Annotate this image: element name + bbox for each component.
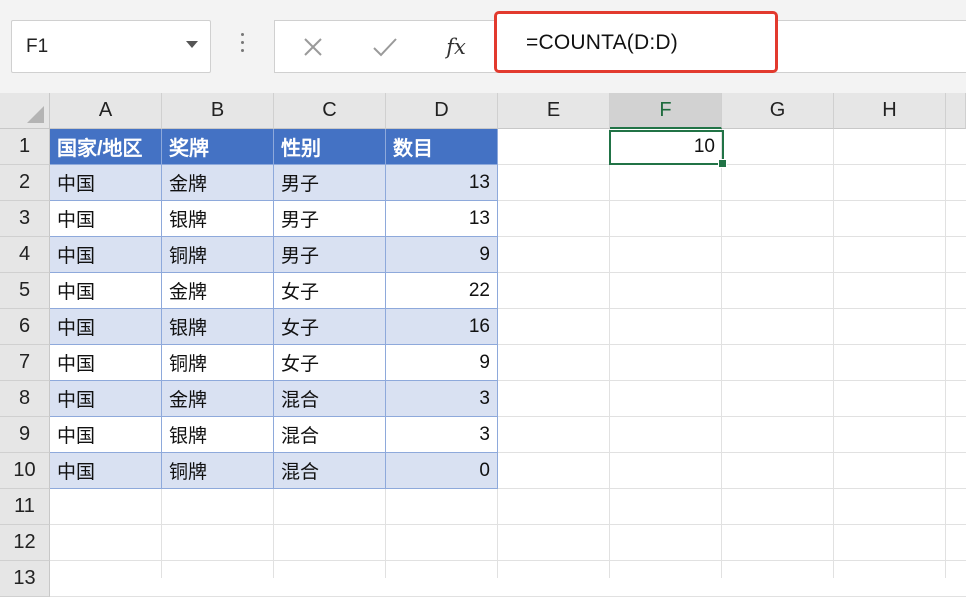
table-cell[interactable]: 混合 <box>274 381 386 417</box>
row-header-4[interactable]: 4 <box>0 237 50 273</box>
column-header-f[interactable]: F <box>610 93 722 129</box>
fx-icon[interactable]: fx <box>446 35 466 59</box>
column-header-d[interactable]: D <box>386 93 498 129</box>
gridline-vertical <box>945 129 946 578</box>
table-cell[interactable]: 9 <box>386 345 498 381</box>
table-cell[interactable]: 银牌 <box>162 201 274 237</box>
select-all-triangle-icon <box>27 106 44 123</box>
table-cell[interactable]: 铜牌 <box>162 345 274 381</box>
row-header-12[interactable]: 12 <box>0 525 50 561</box>
column-header-b[interactable]: B <box>162 93 274 129</box>
column-header-g[interactable]: G <box>722 93 834 129</box>
table-cell[interactable]: 金牌 <box>162 273 274 309</box>
table-header-cell[interactable]: 国家/地区 <box>50 129 162 165</box>
table-cell[interactable]: 中国 <box>50 165 162 201</box>
table-cell[interactable]: 中国 <box>50 345 162 381</box>
column-header-a[interactable]: A <box>50 93 162 129</box>
column-header-c[interactable]: C <box>274 93 386 129</box>
table-header-cell[interactable]: 数目 <box>386 129 498 165</box>
table-cell[interactable]: 13 <box>386 165 498 201</box>
table-cell[interactable]: 男子 <box>274 237 386 273</box>
row-header-1[interactable]: 1 <box>0 129 50 165</box>
gridline-horizontal <box>50 560 966 561</box>
table-cell[interactable]: 中国 <box>50 381 162 417</box>
row-header-11[interactable]: 11 <box>0 489 50 525</box>
table-cell[interactable]: 女子 <box>274 345 386 381</box>
column-header-h[interactable]: H <box>834 93 946 129</box>
cancel-button[interactable] <box>289 21 337 72</box>
gridline-vertical <box>609 129 610 578</box>
table-cell[interactable]: 0 <box>386 453 498 489</box>
table-cell[interactable]: 铜牌 <box>162 237 274 273</box>
select-all-button[interactable] <box>0 93 50 129</box>
table-cell[interactable]: 3 <box>386 417 498 453</box>
row-header-2[interactable]: 2 <box>0 165 50 201</box>
table-cell[interactable]: 中国 <box>50 309 162 345</box>
table-cell[interactable]: 中国 <box>50 237 162 273</box>
gridline-vertical <box>721 129 722 578</box>
row-header-5[interactable]: 5 <box>0 273 50 309</box>
enter-button[interactable] <box>361 21 409 72</box>
row-header-3[interactable]: 3 <box>0 201 50 237</box>
table-cell[interactable]: 银牌 <box>162 309 274 345</box>
formula-bar-area: F1 fx =COUNTA(D:D) <box>0 0 966 93</box>
row-header-7[interactable]: 7 <box>0 345 50 381</box>
name-box-value[interactable]: F1 <box>26 36 48 58</box>
column-header-e[interactable]: E <box>498 93 610 129</box>
formula-input[interactable]: =COUNTA(D:D) <box>494 11 778 73</box>
check-icon[interactable] <box>372 36 398 58</box>
table-cell[interactable]: 男子 <box>274 201 386 237</box>
table-cell[interactable]: 中国 <box>50 273 162 309</box>
table-cell[interactable]: 13 <box>386 201 498 237</box>
x-icon[interactable] <box>302 36 324 58</box>
gridline-horizontal <box>50 524 966 525</box>
table-header-cell[interactable]: 性别 <box>274 129 386 165</box>
fill-handle[interactable] <box>718 159 727 168</box>
table-cell[interactable]: 16 <box>386 309 498 345</box>
row-header-10[interactable]: 10 <box>0 453 50 489</box>
row-header-9[interactable]: 9 <box>0 417 50 453</box>
table-cell[interactable]: 混合 <box>274 417 386 453</box>
spreadsheet-grid[interactable]: A B C D E F G H 1 2 3 4 5 6 7 8 9 10 11 12 13 国家/地区 奖牌 性别 数目 中国 金牌… <box>0 93 966 597</box>
table-cell[interactable]: 22 <box>386 273 498 309</box>
column-header-partial[interactable] <box>946 93 966 129</box>
table-cell[interactable]: 男子 <box>274 165 386 201</box>
name-box[interactable]: F1 <box>11 20 211 73</box>
table-cell[interactable]: 3 <box>386 381 498 417</box>
table-cell[interactable]: 金牌 <box>162 165 274 201</box>
table-cell[interactable]: 银牌 <box>162 417 274 453</box>
table-cell[interactable]: 铜牌 <box>162 453 274 489</box>
table-cell[interactable]: 9 <box>386 237 498 273</box>
insert-function-button[interactable]: fx <box>432 21 480 72</box>
table-cell[interactable]: 女子 <box>274 273 386 309</box>
row-header-8[interactable]: 8 <box>0 381 50 417</box>
row-header-13[interactable]: 13 <box>0 561 50 597</box>
active-cell-border[interactable] <box>609 130 727 168</box>
table-cell[interactable]: 金牌 <box>162 381 274 417</box>
drag-handle-icon[interactable] <box>241 33 244 57</box>
table-cell[interactable]: 女子 <box>274 309 386 345</box>
formula-text[interactable]: =COUNTA(D:D) <box>526 31 678 55</box>
chevron-down-icon[interactable] <box>186 41 198 48</box>
table-cell[interactable]: 混合 <box>274 453 386 489</box>
table-cell[interactable]: 中国 <box>50 417 162 453</box>
gridline-vertical <box>833 129 834 578</box>
table-cell[interactable]: 中国 <box>50 453 162 489</box>
table-header-cell[interactable]: 奖牌 <box>162 129 274 165</box>
table-cell[interactable]: 中国 <box>50 201 162 237</box>
row-header-6[interactable]: 6 <box>0 309 50 345</box>
